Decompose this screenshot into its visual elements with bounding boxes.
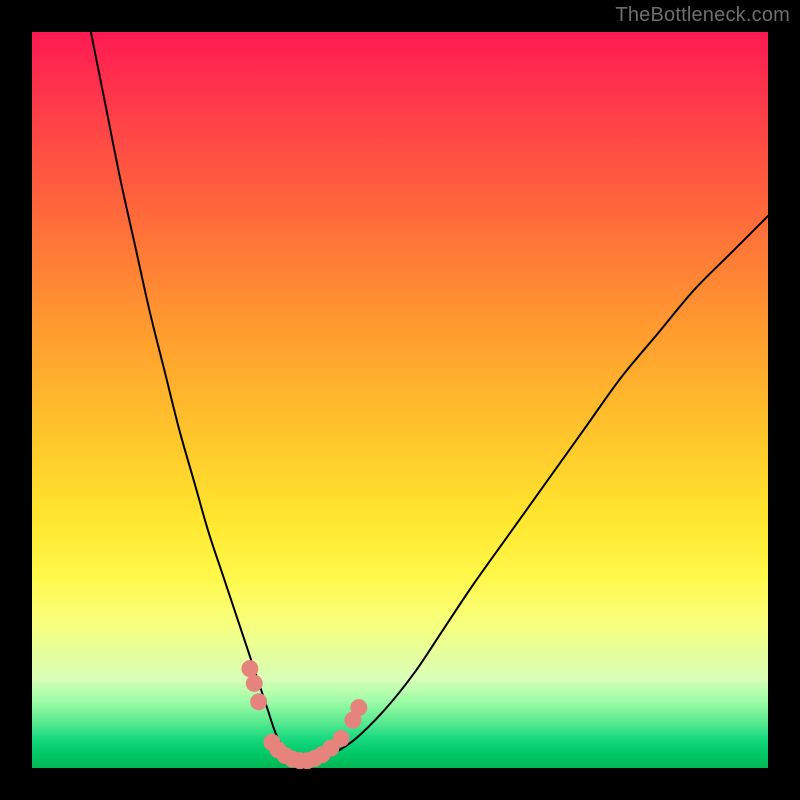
chart-svg <box>32 32 768 768</box>
highlight-point <box>250 693 267 710</box>
highlight-markers <box>241 660 367 769</box>
highlight-point <box>333 730 350 747</box>
plot-area <box>32 32 768 768</box>
highlight-point <box>241 660 258 677</box>
bottleneck-curve <box>91 32 768 761</box>
watermark-text: TheBottleneck.com <box>615 4 790 27</box>
highlight-point <box>350 699 367 716</box>
highlight-point <box>246 675 263 692</box>
outer-frame: TheBottleneck.com <box>0 0 800 800</box>
